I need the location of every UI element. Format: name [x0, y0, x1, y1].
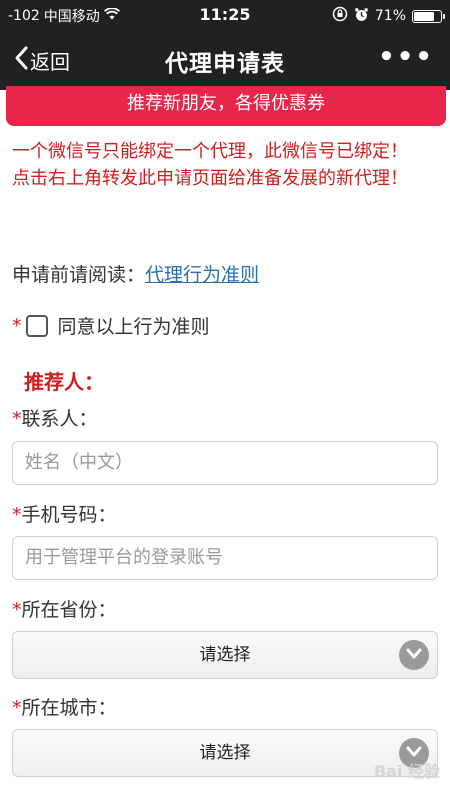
agree-checkbox[interactable]: [25, 314, 48, 337]
province-select-value: 请选择: [199, 645, 251, 665]
required-marker: *: [12, 408, 22, 430]
province-select[interactable]: 请选择: [12, 631, 438, 679]
notice-line-2: 点击右上角转发此申请页面给准备发展的新代理！: [12, 168, 408, 189]
province-label: *所在省份：: [12, 599, 117, 621]
alarm-icon: [354, 7, 369, 26]
section-title-referrer: 推荐人：: [24, 370, 104, 394]
phone-label: *手机号码：: [12, 504, 117, 526]
watermark: Bai 经验: [373, 762, 440, 781]
more-options-button[interactable]: •••: [378, 42, 434, 72]
binding-notice: 一个微信号只能绑定一个代理，此微信号已绑定！ 点击右上角转发此申请页面给准备发展…: [12, 138, 440, 192]
city-select-value: 请选择: [199, 743, 251, 763]
phone-input[interactable]: 用于管理平台的登录账号: [12, 536, 438, 580]
agree-row: * 同意以上行为准则: [12, 312, 210, 339]
code-of-conduct-link[interactable]: 代理行为准则: [145, 264, 259, 286]
required-marker: *: [12, 697, 22, 719]
navigation-bar: 返回 代理申请表 •••: [0, 34, 450, 86]
battery-percent: 71%: [374, 8, 406, 24]
read-before-apply: 申请前请阅读：代理行为准则: [12, 260, 259, 287]
contact-label: *联系人：: [12, 408, 98, 430]
contact-input[interactable]: 姓名（中文）: [12, 441, 438, 485]
city-label: *所在城市：: [12, 697, 117, 719]
top-bar: -102 中国移动 11:25 71% 返回 代理申请表 •••: [0, 0, 450, 90]
required-marker: *: [12, 504, 22, 526]
read-prefix: 申请前请阅读：: [12, 264, 146, 286]
promo-banner[interactable]: 推荐新朋友，各得优惠券: [6, 86, 446, 126]
required-marker: *: [12, 314, 22, 337]
status-bar: -102 中国移动 11:25 71%: [0, 0, 450, 30]
agree-label: 同意以上行为准则: [57, 316, 210, 338]
battery-icon: [412, 9, 445, 23]
rotation-lock-icon: [332, 6, 348, 26]
notice-line-1: 一个微信号只能绑定一个代理，此微信号已绑定！: [12, 141, 408, 162]
chevron-down-icon: [399, 640, 429, 670]
required-marker: *: [12, 599, 22, 621]
